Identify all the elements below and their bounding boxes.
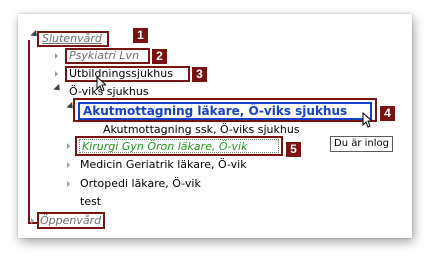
tree-node-utbildningssjukhus[interactable]: Utbildningssjukhus [69,67,173,80]
collapsed-arrow-icon[interactable] [67,180,72,188]
login-tooltip: Du är inlog [330,136,393,152]
tree-node-akutmottagning-lakare[interactable]: Akutmottagning läkare, Ö-viks sjukhus [78,102,372,120]
callout-badge-4: 4 [380,106,395,121]
collapsed-arrow-icon[interactable] [31,217,36,225]
callout-badge-3: 3 [192,67,207,82]
expanded-arrow-icon[interactable] [53,83,63,94]
callout-bracket-line [28,40,30,224]
tree-node-akutmottagning-ssk[interactable]: Akutmottagning ssk, Ö-viks sjukhus [103,123,300,136]
tree-node-test[interactable]: test [80,195,101,208]
mouse-pointer-icon [96,76,106,92]
mouse-pointer-icon [362,112,372,128]
tree-node-oppenvard[interactable]: Öppenvård [40,214,101,227]
collapsed-arrow-icon[interactable] [55,52,60,60]
collapsed-arrow-icon[interactable] [55,70,60,78]
tree-node-slutenvard[interactable]: Slutenvård [42,32,102,45]
tree-node-ortopedi[interactable]: Ortopedi läkare, Ö-vik [80,177,201,190]
tree-node-oviks-sjukhus[interactable]: Ö-viks sjukhus [69,85,149,98]
callout-badge-2: 2 [152,49,167,64]
collapsed-arrow-icon[interactable] [67,161,72,169]
tree-node-kirurgi-gyn-oron[interactable]: Kirurgi Gyn Öron läkare, Ö-vik [79,139,279,153]
callout-badge-1: 1 [133,28,148,43]
unit-tree-panel: Slutenvård 1 Psykiatri Lvn 2 Utbildnings… [18,14,412,238]
callout-badge-5: 5 [286,142,301,157]
tree-node-psykiatri-lvn[interactable]: Psykiatri Lvn [69,49,139,62]
tree-node-medicin-geriatrik[interactable]: Medicin Geriatrik läkare, Ö-vik [80,158,247,171]
collapsed-arrow-icon[interactable] [67,142,72,150]
